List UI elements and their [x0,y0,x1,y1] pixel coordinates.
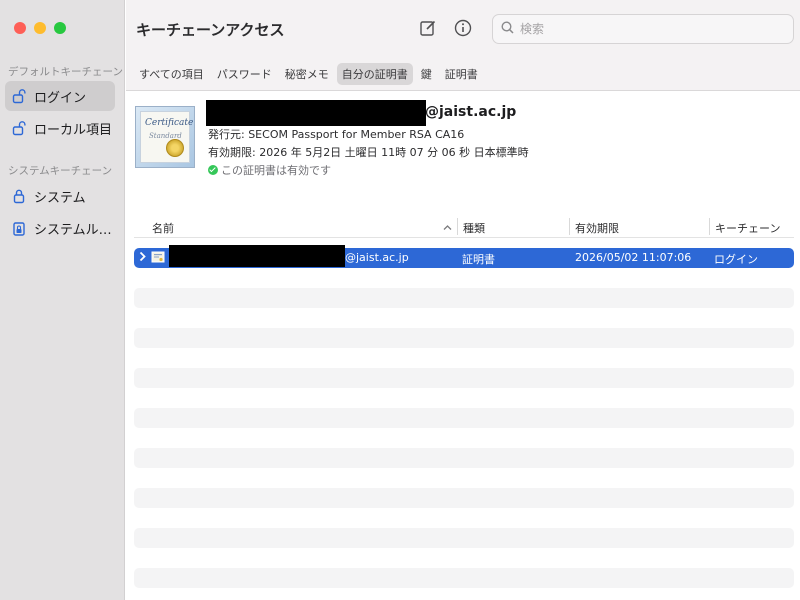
certificate-detail: Certificate Standard @jaist.ac.jp 発行元: S… [126,92,800,212]
empty-row [134,268,794,288]
certificate-issuer: 発行元: SECOM Passport for Member RSA CA16 [208,128,465,141]
empty-row [134,568,794,588]
info-button[interactable] [452,18,474,40]
sidebar-section-default: デフォルトキーチェーン [8,66,123,78]
close-window-button[interactable] [14,22,26,34]
empty-row [134,508,794,528]
column-divider [457,218,458,235]
column-header-keychain[interactable]: キーチェーン [715,220,780,236]
empty-row [134,388,794,408]
empty-row [134,468,794,488]
empty-row [134,488,794,508]
empty-row [134,448,794,468]
empty-row [134,408,794,428]
certificate-expiry: 有効期限: 2026 年 5月2日 土曜日 11時 07 分 06 秒 日本標準… [208,146,529,159]
toolbar: キーチェーンアクセス [126,0,800,58]
tab-keys[interactable]: 鍵 [416,63,437,85]
tab-certificates[interactable]: 証明書 [440,63,483,85]
new-item-button[interactable] [417,18,439,40]
sidebar: デフォルトキーチェーン ログイン ローカル項目 システムキーチェーン システム … [0,0,125,600]
info-icon [454,19,472,40]
tab-all-items[interactable]: すべての項目 [134,63,209,85]
column-divider [709,218,710,235]
search-field[interactable] [492,14,794,44]
certificate-validity: この証明書は有効です [208,162,331,178]
redacted-name [206,100,426,126]
minimize-window-button[interactable] [34,22,46,34]
tab-passwords[interactable]: パスワード [212,63,277,85]
column-divider [569,218,570,235]
seal-icon [166,139,184,157]
sidebar-item-login[interactable]: ログイン [5,81,115,111]
row-name-suffix: @jaist.ac.jp [345,251,409,264]
row-kind: 証明書 [462,253,495,266]
certificate-image: Certificate Standard [135,106,195,168]
window-controls [14,22,66,34]
column-header-name[interactable]: 名前 [152,220,174,236]
empty-row [134,348,794,368]
sidebar-item-label: ログイン [34,90,87,106]
compose-icon [419,19,437,40]
empty-row [134,288,794,308]
lock-icon [11,188,27,204]
table-header: 名前 種類 有効期限 キーチェーン [134,216,794,238]
sidebar-section-system: システムキーチェーン [8,165,113,177]
lock-cabinet-icon [11,220,27,236]
sidebar-item-label: ローカル項目 [34,122,113,138]
category-tabs: すべての項目 パスワード 秘密メモ 自分の証明書 鍵 証明書 [126,58,800,91]
empty-row [134,548,794,568]
empty-row [134,428,794,448]
empty-row [134,308,794,328]
empty-row [134,368,794,388]
certificate-image-word: Certificate [145,118,194,128]
sidebar-item-system-roots[interactable]: システムルート [5,213,115,243]
redacted-name [169,245,345,267]
disclosure-chevron-icon[interactable] [138,251,147,265]
validity-text: この証明書は有効です [221,164,331,177]
checkmark-circle-icon [208,165,218,175]
sidebar-item-system[interactable]: システム [5,181,115,211]
search-icon [501,21,514,37]
empty-row [134,328,794,348]
sidebar-item-local[interactable]: ローカル項目 [5,113,115,143]
row-expires: 2026/05/02 11:07:06 [575,251,692,264]
tab-my-certificates[interactable]: 自分の証明書 [336,63,413,85]
table-row[interactable]: @jaist.ac.jp 証明書 2026/05/02 11:07:06 ログイ… [134,245,794,268]
zoom-window-button[interactable] [54,22,66,34]
window-title: キーチェーンアクセス [136,21,285,39]
column-header-kind[interactable]: 種類 [463,220,485,236]
column-header-expires[interactable]: 有効期限 [575,220,619,236]
sidebar-item-label: システム [34,190,86,206]
row-keychain: ログイン [714,253,758,266]
certificate-list: @jaist.ac.jp 証明書 2026/05/02 11:07:06 ログイ… [134,245,794,588]
lock-open-icon [11,120,27,136]
certificate-icon [151,250,165,267]
lock-open-icon [11,88,27,104]
empty-row [134,528,794,548]
tab-secure-notes[interactable]: 秘密メモ [280,63,334,85]
certificate-name-suffix: @jaist.ac.jp [425,104,517,120]
sort-chevron-icon[interactable] [443,221,452,234]
sidebar-item-label: システムルート [34,222,114,238]
search-input[interactable] [520,22,770,36]
